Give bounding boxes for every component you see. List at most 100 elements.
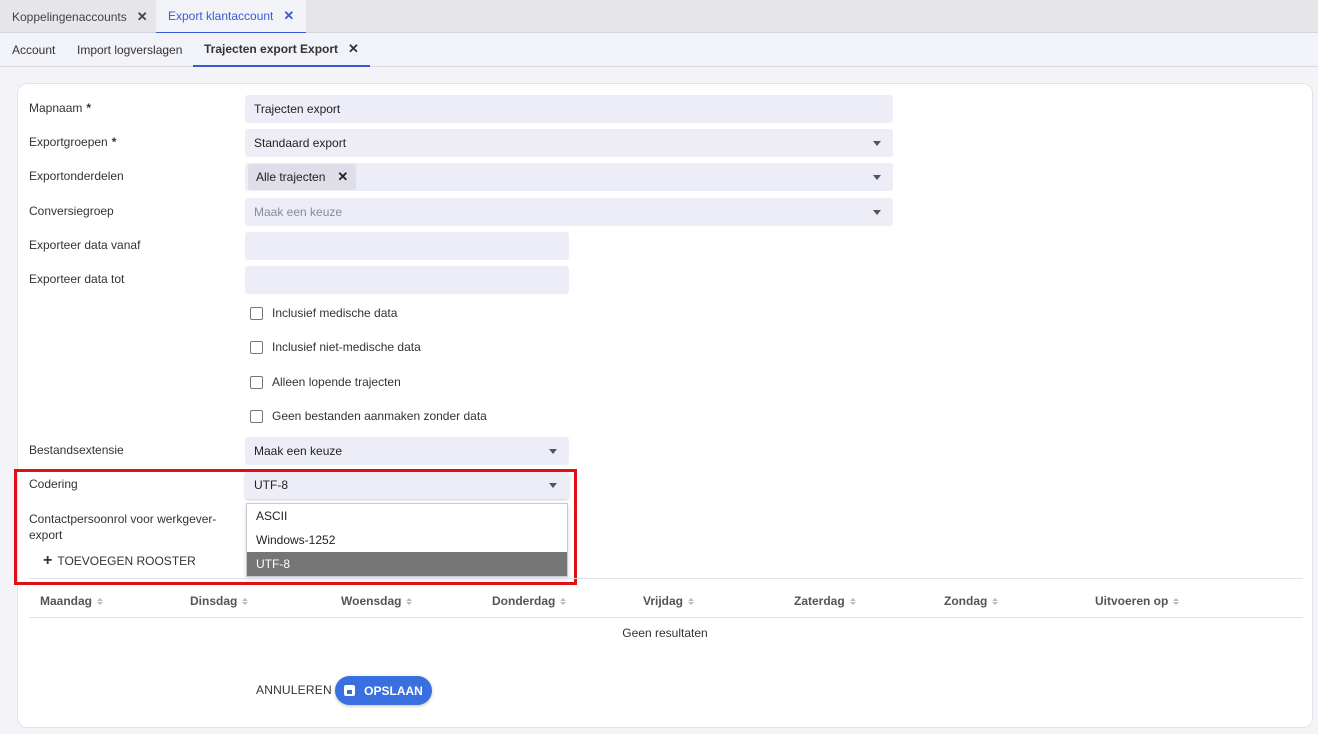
exportonderdelen-select[interactable]: Alle trajecten ✕ <box>245 163 893 191</box>
required-marker: * <box>86 101 92 115</box>
sort-icon <box>992 597 999 605</box>
column-header-woensdag[interactable]: Woensdag <box>341 594 413 608</box>
sort-icon <box>406 597 413 605</box>
tab-label: Import logverslagen <box>77 43 183 57</box>
chevron-down-icon <box>873 141 881 146</box>
tab-label: Export klantaccount <box>168 9 274 23</box>
label-text: Exportgroepen <box>29 135 108 149</box>
header-label: Vrijdag <box>643 594 684 608</box>
checkbox-lopende-trajecten[interactable]: Alleen lopende trajecten <box>250 375 401 389</box>
tab-import-logverslagen[interactable]: Import logverslagen <box>66 33 193 67</box>
selected-chip: Alle trajecten ✕ <box>248 164 357 190</box>
tab-export-klantaccount[interactable]: Export klantaccount ✕ <box>156 0 307 34</box>
header-label: Maandag <box>40 594 93 608</box>
column-header-maandag[interactable]: Maandag <box>40 594 104 608</box>
exportgroepen-select[interactable]: Standaard export <box>245 129 893 157</box>
cancel-button[interactable]: ANNULEREN <box>256 683 332 697</box>
empty-state: Geen resultaten <box>622 626 708 640</box>
codering-select[interactable]: UTF-8 <box>245 471 569 499</box>
select-value: Standaard export <box>254 136 347 150</box>
checkbox-label: Geen bestanden aanmaken zonder data <box>272 409 487 423</box>
option-utf-8[interactable]: UTF-8 <box>247 552 567 576</box>
header-label: Woensdag <box>341 594 402 608</box>
chevron-down-icon <box>549 449 557 454</box>
checkbox-box[interactable] <box>250 375 263 389</box>
label-line: export <box>29 528 63 542</box>
codering-label: Codering <box>29 477 78 491</box>
header-label: Zaterdag <box>794 594 845 608</box>
add-roster-button[interactable]: + TOEVOEGEN ROOSTER <box>43 552 196 569</box>
chevron-down-icon <box>873 175 881 180</box>
data-tot-input[interactable] <box>245 266 569 294</box>
data-tot-label: Exporteer data tot <box>29 272 125 286</box>
exportgroepen-label: Exportgroepen * <box>29 135 116 149</box>
sort-icon <box>560 597 567 605</box>
sort-icon <box>242 597 249 605</box>
tab-label: Koppelingenaccounts <box>12 9 127 24</box>
sub-tab-bar: Account Import logverslagen Trajecten ex… <box>0 33 1318 67</box>
conversiegroep-select[interactable]: Maak een keuze <box>245 198 893 226</box>
checkbox-label: Inclusief niet-medische data <box>272 340 421 354</box>
checkbox-box[interactable] <box>250 340 263 354</box>
column-header-zaterdag[interactable]: Zaterdag <box>794 594 856 608</box>
table-header-border <box>29 617 1303 618</box>
close-icon[interactable]: ✕ <box>283 8 294 24</box>
header-label: Uitvoeren op <box>1095 594 1169 608</box>
select-value: Maak een keuze <box>254 444 343 458</box>
header-label: Donderdag <box>492 594 556 608</box>
plus-icon: + <box>43 552 53 569</box>
chevron-down-icon <box>873 210 881 215</box>
sort-icon <box>97 597 104 605</box>
checkbox-medische-data[interactable]: Inclusief medische data <box>250 306 397 320</box>
column-header-zondag[interactable]: Zondag <box>944 594 999 608</box>
tab-label: Account <box>12 43 56 57</box>
select-value: UTF-8 <box>254 478 288 492</box>
chip-label: Alle trajecten <box>256 170 326 184</box>
required-marker: * <box>111 135 117 149</box>
tab-account[interactable]: Account <box>1 33 66 67</box>
contactpersoonrol-label: Contactpersoonrol voor werkgever- export <box>29 511 216 543</box>
option-windows-1252[interactable]: Windows-1252 <box>247 528 567 552</box>
checkbox-geen-bestanden[interactable]: Geen bestanden aanmaken zonder data <box>250 409 487 423</box>
option-ascii[interactable]: ASCII <box>247 504 567 528</box>
sort-icon <box>849 597 856 605</box>
tab-label: Trajecten export Export <box>204 42 339 56</box>
sort-icon <box>688 597 695 605</box>
header-label: Dinsdag <box>190 594 238 608</box>
data-vanaf-input[interactable] <box>245 232 569 260</box>
bestandsextensie-select[interactable]: Maak een keuze <box>245 437 569 465</box>
top-tab-bar: Koppelingenaccounts ✕ Export klantaccoun… <box>0 0 1318 34</box>
checkbox-niet-medische-data[interactable]: Inclusief niet-medische data <box>250 340 421 354</box>
close-icon[interactable]: ✕ <box>137 9 148 25</box>
close-icon[interactable]: ✕ <box>348 41 359 57</box>
checkbox-box[interactable] <box>250 409 263 423</box>
checkbox-box[interactable] <box>250 306 263 320</box>
column-header-donderdag[interactable]: Donderdag <box>492 594 567 608</box>
checkbox-label: Alleen lopende trajecten <box>272 375 401 389</box>
column-header-vrijdag[interactable]: Vrijdag <box>643 594 695 608</box>
checkbox-label: Inclusief medische data <box>272 306 398 320</box>
input-value: Trajecten export <box>254 102 341 116</box>
button-label: TOEVOEGEN ROOSTER <box>57 554 196 568</box>
chevron-down-icon <box>549 483 557 488</box>
save-icon <box>344 685 356 696</box>
save-button[interactable]: OPSLAAN <box>335 676 432 705</box>
close-icon[interactable]: ✕ <box>337 169 348 185</box>
codering-dropdown: ASCII Windows-1252 UTF-8 <box>246 503 568 577</box>
button-label: OPSLAAN <box>364 683 423 698</box>
header-label: Zondag <box>944 594 988 608</box>
label-line: Contactpersoonrol voor werkgever- <box>29 512 217 526</box>
select-placeholder: Maak een keuze <box>254 205 343 219</box>
data-vanaf-label: Exporteer data vanaf <box>29 238 141 252</box>
bestandsextensie-label: Bestandsextensie <box>29 443 124 457</box>
sort-icon <box>1173 597 1180 605</box>
tab-koppelingenaccounts[interactable]: Koppelingenaccounts ✕ <box>0 0 160 33</box>
tab-trajecten-export[interactable]: Trajecten export Export ✕ <box>193 33 370 67</box>
exportonderdelen-label: Exportonderdelen <box>29 169 124 183</box>
table-top-border <box>29 578 1303 579</box>
label-text: Mapnaam <box>29 101 83 115</box>
column-header-uitvoeren-op[interactable]: Uitvoeren op <box>1095 594 1180 608</box>
column-header-dinsdag[interactable]: Dinsdag <box>190 594 249 608</box>
mapnaam-input[interactable]: Trajecten export <box>245 95 893 123</box>
conversiegroep-label: Conversiegroep <box>29 204 114 218</box>
